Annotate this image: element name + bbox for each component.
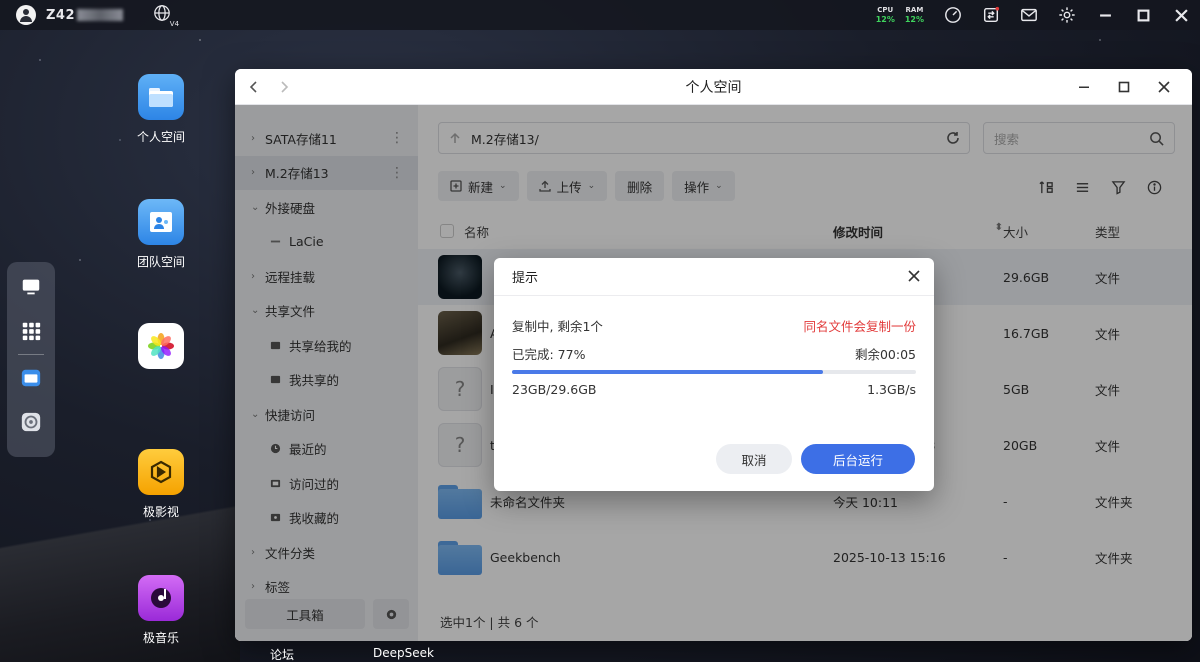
window-close-button[interactable] bbox=[1144, 69, 1184, 105]
copy-progress-dialog: 提示 复制中, 剩余1个 同名文件会复制一份 已完成: 77% 剩余00:05 … bbox=[494, 258, 934, 491]
minimize-icon[interactable] bbox=[1086, 0, 1124, 30]
music-app-icon bbox=[138, 575, 184, 621]
dock-apps-grid-icon[interactable] bbox=[16, 316, 46, 346]
desktop-icon-team-space[interactable]: 团队空间 bbox=[116, 199, 206, 270]
ram-meter[interactable]: RAM 12% bbox=[905, 6, 924, 24]
transfer-speed: 1.3GB/s bbox=[867, 382, 916, 397]
dock-settings-icon[interactable] bbox=[16, 407, 46, 437]
close-icon[interactable] bbox=[1162, 0, 1200, 30]
run-in-background-button[interactable]: 后台运行 bbox=[801, 444, 915, 474]
mail-icon[interactable] bbox=[1010, 0, 1048, 30]
dock-separator bbox=[18, 354, 44, 355]
cancel-button[interactable]: 取消 bbox=[716, 444, 792, 474]
ram-value: 12% bbox=[904, 15, 924, 24]
back-button[interactable] bbox=[239, 69, 269, 105]
video-app-icon bbox=[138, 449, 184, 495]
bottom-desktop-labels: 论坛 DeepSeek bbox=[0, 642, 1200, 662]
desktop-icon-label: 团队空间 bbox=[136, 255, 185, 269]
network-version-label: V4 bbox=[169, 20, 180, 28]
completed-percent: 已完成: 77% bbox=[512, 347, 586, 362]
ram-label: RAM bbox=[905, 6, 924, 14]
desktop-icon-label: 个人空间 bbox=[136, 130, 185, 144]
copy-status: 复制中, 剩余1个 bbox=[512, 319, 603, 334]
desktop-icon-deepseek-label[interactable]: DeepSeek bbox=[373, 646, 434, 660]
desktop-icon-personal-space[interactable]: 个人空间 bbox=[116, 74, 206, 145]
copy-progress-bar bbox=[512, 370, 916, 374]
window-minimize-button[interactable] bbox=[1064, 69, 1104, 105]
team-folder-icon bbox=[138, 199, 184, 245]
window-titlebar: 个人空间 bbox=[235, 69, 1192, 105]
dialog-header: 提示 bbox=[494, 258, 934, 296]
cpu-label: CPU bbox=[877, 6, 894, 14]
window-maximize-button[interactable] bbox=[1104, 69, 1144, 105]
dock-file-manager-icon[interactable] bbox=[16, 363, 46, 393]
transfer-icon[interactable] bbox=[972, 0, 1010, 30]
desktop-icon-jiyingshi[interactable]: 极影视 bbox=[116, 449, 206, 520]
user-name-blurred bbox=[77, 9, 124, 21]
settings-gear-icon[interactable] bbox=[1048, 0, 1086, 30]
photos-icon bbox=[138, 323, 184, 369]
copy-progress-fill bbox=[512, 370, 824, 374]
user-avatar-icon[interactable] bbox=[16, 5, 36, 25]
duplicate-warning: 同名文件会复制一份 bbox=[803, 319, 916, 334]
cpu-value: 12% bbox=[875, 15, 895, 24]
dialog-close-icon[interactable] bbox=[906, 268, 922, 284]
remaining-time: 剩余00:05 bbox=[854, 347, 916, 362]
desktop-icon-photos[interactable] bbox=[116, 323, 206, 377]
user-name[interactable]: Z42 bbox=[46, 8, 75, 23]
dock bbox=[7, 262, 55, 457]
forward-button[interactable] bbox=[269, 69, 299, 105]
transferred-size: 23GB/29.6GB bbox=[512, 382, 597, 397]
window-title: 个人空间 bbox=[685, 79, 742, 96]
maximize-icon[interactable] bbox=[1124, 0, 1162, 30]
desktop-icon-forum-label[interactable]: 论坛 bbox=[270, 646, 294, 662]
speedometer-icon[interactable] bbox=[934, 0, 972, 30]
dock-desktop-icon[interactable] bbox=[16, 272, 46, 302]
top-bar: Z42 V4 CPU 12% RAM 12% bbox=[0, 0, 1200, 30]
cpu-meter[interactable]: CPU 12% bbox=[876, 6, 895, 24]
network-globe-icon[interactable]: V4 bbox=[153, 4, 179, 28]
dialog-title: 提示 bbox=[512, 271, 539, 286]
desktop-icon-jiyinyue[interactable]: 极音乐 bbox=[116, 575, 206, 646]
desktop-icon-label: 极影视 bbox=[142, 505, 179, 519]
folder-icon bbox=[138, 74, 184, 120]
